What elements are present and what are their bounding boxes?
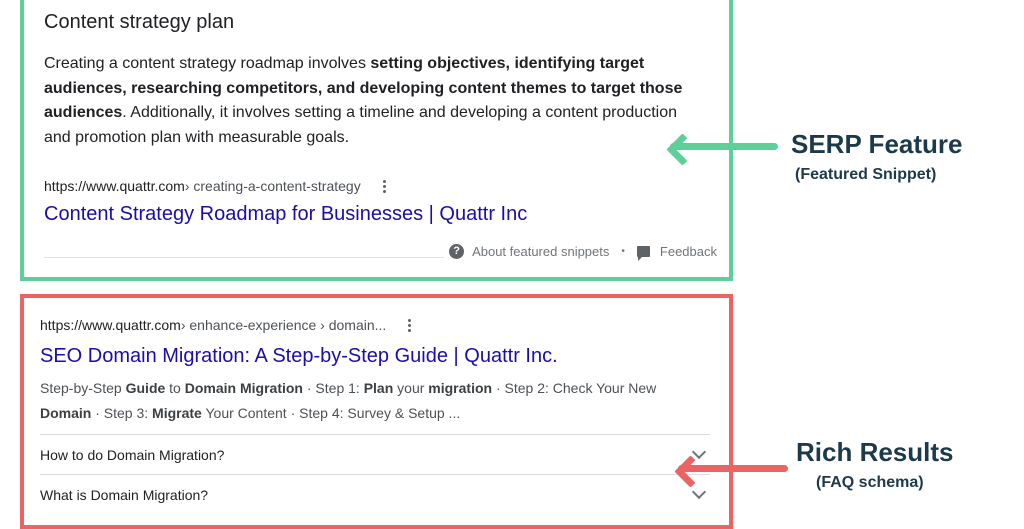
divider xyxy=(44,257,444,258)
desc-part: Step-by-Step xyxy=(40,380,126,396)
faq-question: How to do Domain Migration? xyxy=(40,446,225,463)
desc-part-bold: migration xyxy=(428,380,493,396)
featured-snippet-heading: Content strategy plan xyxy=(44,11,235,33)
kebab-menu-icon[interactable] xyxy=(408,318,412,332)
desc-part: your xyxy=(393,380,429,396)
faq-item[interactable]: What is Domain Migration? xyxy=(40,474,710,514)
featured-snippet-url[interactable]: https://www.quattr.com › creating-a-cont… xyxy=(44,178,386,194)
rich-result-title-link[interactable]: SEO Domain Migration: A Step-by-Step Gui… xyxy=(40,345,558,368)
kebab-menu-icon[interactable] xyxy=(382,179,386,193)
url-domain: https://www.quattr.com xyxy=(40,317,181,333)
faq-question: What is Domain Migration? xyxy=(40,486,209,503)
url-path: › enhance-experience › domain... xyxy=(180,317,387,333)
faq-item[interactable]: How to do Domain Migration? xyxy=(40,434,710,474)
snippet-part: . Additionally, it involves setting a ti… xyxy=(44,104,677,146)
rich-results-label: Rich Results xyxy=(796,437,954,467)
featured-snippet-title-link[interactable]: Content Strategy Roadmap for Businesses … xyxy=(44,203,527,226)
serp-feature-sublabel: (Featured Snippet) xyxy=(795,166,937,183)
desc-part-bold: Migrate xyxy=(152,404,202,421)
feedback-icon[interactable] xyxy=(636,246,650,261)
desc-part: · Step 3: xyxy=(91,404,153,421)
desc-part: Your Content · Step 4: Survey & Setup ..… xyxy=(201,404,461,421)
serp-feature-label: SERP Feature xyxy=(791,129,963,159)
rich-result-url[interactable]: https://www.quattr.com › enhance-experie… xyxy=(40,317,412,333)
snippet-part: Creating a content strategy roadmap invo… xyxy=(44,55,371,72)
chevron-down-icon[interactable] xyxy=(691,444,707,460)
featured-snippet-footer: ? About featured snippets • Feedback xyxy=(449,244,717,261)
featured-snippet-text: Creating a content strategy roadmap invo… xyxy=(44,52,704,150)
url-path: › creating-a-content-strategy xyxy=(184,178,361,194)
question-circle-icon[interactable]: ? xyxy=(449,244,465,259)
chevron-down-icon[interactable] xyxy=(691,484,707,500)
desc-part: · Step 2: Check Your New xyxy=(492,380,657,396)
desc-part-bold: Domain xyxy=(40,404,92,421)
feedback-link[interactable]: Feedback xyxy=(660,244,717,259)
desc-part-bold: Guide xyxy=(125,380,166,396)
rich-results-sublabel: (FAQ schema) xyxy=(816,474,924,491)
desc-part: to xyxy=(165,380,185,396)
rich-result-box: https://www.quattr.com › enhance-experie… xyxy=(20,294,733,529)
rich-result-description: Step-by-Step Guide to Domain Migration ·… xyxy=(40,376,700,425)
desc-part: · Step 1: xyxy=(302,380,364,396)
desc-part-bold: Domain Migration xyxy=(184,380,303,396)
about-featured-snippets-link[interactable]: About featured snippets xyxy=(472,244,609,259)
separator-dot: • xyxy=(621,246,625,257)
url-domain: https://www.quattr.com xyxy=(44,178,185,194)
desc-part-bold: Plan xyxy=(363,380,394,396)
featured-snippet-box: Content strategy plan Creating a content… xyxy=(20,0,733,281)
